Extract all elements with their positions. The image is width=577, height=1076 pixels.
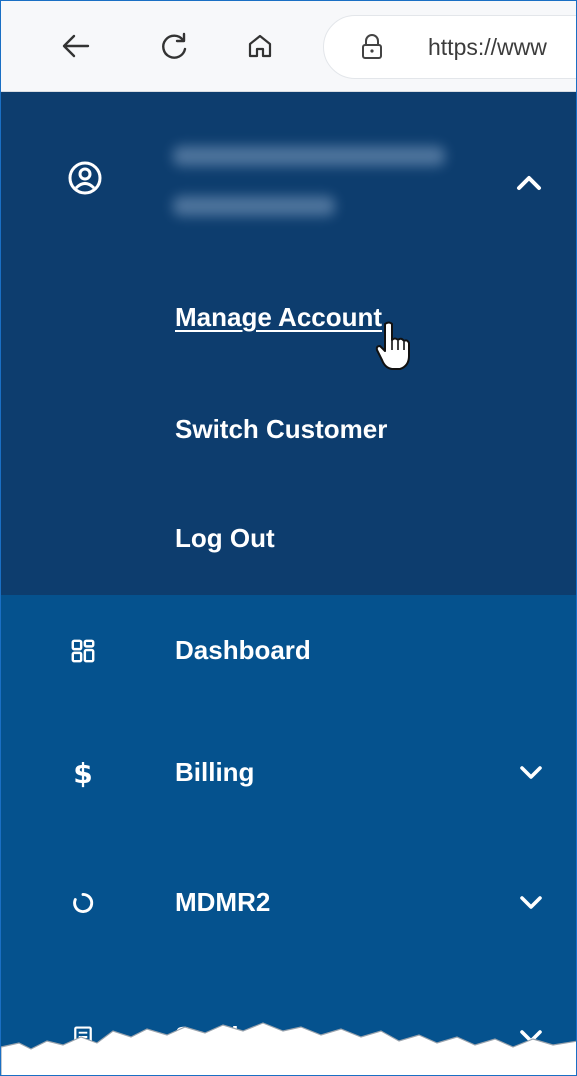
address-bar[interactable]: https://www: [323, 15, 576, 79]
screenshot-frame: https://www Manage Account Switch Custom…: [0, 0, 577, 1076]
browser-toolbar: https://www: [1, 1, 576, 92]
chevron-down-icon[interactable]: [515, 757, 547, 789]
sidebar-item-label: Billing: [175, 757, 255, 787]
manage-account-link[interactable]: Manage Account: [175, 302, 382, 333]
torn-edge-decoration: [1, 1022, 576, 1075]
dashboard-icon: [67, 635, 99, 667]
chevron-up-icon[interactable]: [511, 164, 547, 200]
refresh-icon: [162, 32, 187, 59]
account-panel: Manage Account Switch Customer Log Out: [1, 92, 576, 595]
chevron-down-icon[interactable]: [515, 887, 547, 919]
reload-button[interactable]: [151, 23, 197, 69]
log-out-link[interactable]: Log Out: [175, 523, 275, 554]
url-text: https://www: [428, 34, 547, 60]
hand-cursor-icon: [375, 321, 410, 370]
user-circle-icon: [68, 161, 102, 195]
sidebar-item-dashboard[interactable]: Dashboard: [1, 621, 576, 681]
arrow-left-icon: [62, 34, 90, 58]
sidebar-item-mdmr2[interactable]: MDMR2: [1, 873, 576, 933]
sidebar-item-label: Dashboard: [175, 635, 311, 665]
circle-icon: [67, 887, 99, 919]
account-name-blurred: [173, 146, 445, 166]
switch-customer-link[interactable]: Switch Customer: [175, 414, 387, 445]
home-button[interactable]: [237, 23, 283, 69]
home-icon: [248, 34, 272, 58]
lock-icon: [362, 34, 382, 59]
sidebar-item-billing[interactable]: $ Billing: [1, 743, 576, 803]
dollar-icon: $: [73, 756, 93, 790]
account-name-blurred-line2: [173, 196, 335, 216]
back-button[interactable]: [53, 23, 99, 69]
sidebar-item-label: MDMR2: [175, 887, 271, 917]
